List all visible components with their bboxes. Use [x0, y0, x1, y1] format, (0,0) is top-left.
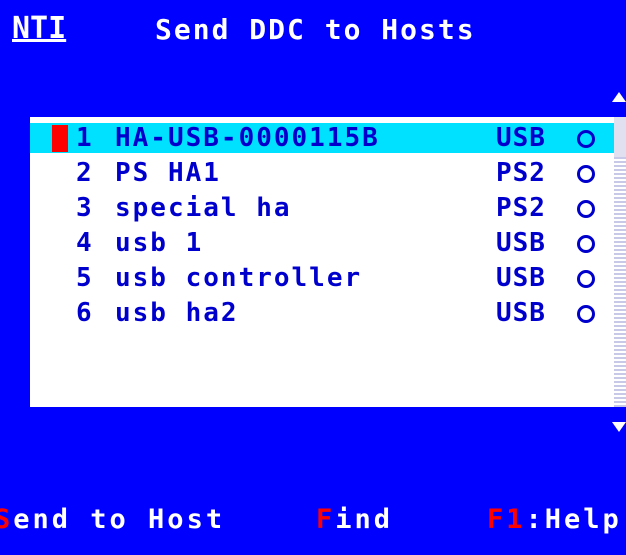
- host-type: USB: [496, 123, 546, 153]
- status-circle-icon: [577, 270, 595, 288]
- host-type: USB: [496, 228, 546, 258]
- footer-hotkeys: Send to Host Find F1:Help: [0, 500, 626, 540]
- host-type: USB: [496, 298, 546, 328]
- status-circle-icon: [577, 165, 595, 183]
- host-type: USB: [496, 263, 546, 293]
- find-label: ind: [335, 504, 394, 535]
- host-number: 3: [76, 193, 92, 223]
- host-row[interactable]: 5 usb controller USB: [30, 263, 615, 293]
- send-to-host-action[interactable]: Send to Host: [0, 500, 225, 540]
- host-type: PS2: [496, 193, 546, 223]
- find-action[interactable]: Find: [316, 500, 393, 540]
- host-number: 4: [76, 228, 92, 258]
- help-label: :Help: [525, 504, 622, 535]
- host-row[interactable]: 2 PS HA1 PS2: [30, 158, 615, 188]
- host-number: 6: [76, 298, 92, 328]
- host-type: PS2: [496, 158, 546, 188]
- page-title: Send DDC to Hosts: [155, 13, 476, 46]
- help-hotkey: F1: [487, 504, 526, 535]
- host-row[interactable]: 3 special ha PS2: [30, 193, 615, 223]
- host-row[interactable]: 4 usb 1 USB: [30, 228, 615, 258]
- host-row[interactable]: 6 usb ha2 USB: [30, 298, 615, 328]
- status-circle-icon: [577, 200, 595, 218]
- status-circle-icon: [577, 235, 595, 253]
- help-action[interactable]: F1:Help: [487, 500, 622, 540]
- host-row[interactable]: 1 HA-USB-0000115B USB: [30, 123, 615, 153]
- nti-logo: NTI: [12, 11, 67, 46]
- status-circle-icon: [577, 305, 595, 323]
- status-circle-icon: [577, 130, 595, 148]
- host-name: HA-USB-0000115B: [115, 123, 380, 153]
- host-number: 1: [76, 123, 92, 153]
- send-hotkey: S: [0, 504, 14, 535]
- host-name: usb ha2: [115, 298, 239, 328]
- selection-cursor: [52, 125, 68, 152]
- host-name: PS HA1: [115, 158, 221, 188]
- scrollbar-thumb[interactable]: [614, 117, 626, 157]
- host-list: 1 HA-USB-0000115B USB 2 PS HA1 PS2 3 spe…: [30, 117, 615, 407]
- send-label: end to Host: [13, 504, 226, 535]
- host-name: special ha: [115, 193, 292, 223]
- host-number: 2: [76, 158, 92, 188]
- scrollbar[interactable]: [614, 117, 626, 407]
- kvm-osd-screen: NTI Send DDC to Hosts 1 HA-USB-0000115B …: [0, 0, 626, 555]
- host-name: usb controller: [115, 263, 363, 293]
- scroll-down-arrow-icon[interactable]: [612, 422, 626, 432]
- find-hotkey: F: [316, 504, 336, 535]
- scroll-up-arrow-icon[interactable]: [612, 92, 626, 102]
- host-number: 5: [76, 263, 92, 293]
- host-name: usb 1: [115, 228, 204, 258]
